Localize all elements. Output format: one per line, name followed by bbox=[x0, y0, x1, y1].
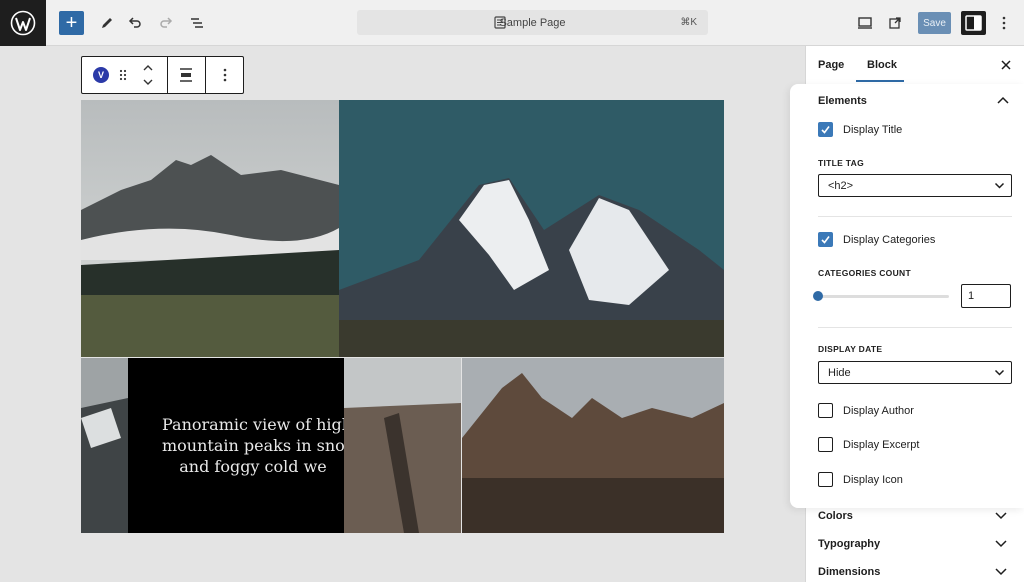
peak-left-image bbox=[81, 358, 128, 533]
chevron-down-icon[interactable] bbox=[995, 568, 1007, 576]
display-icon-label: Display Icon bbox=[843, 474, 903, 486]
view-page-button[interactable] bbox=[884, 11, 906, 35]
post-image-peak-left[interactable] bbox=[81, 358, 128, 533]
snow-peaks-image bbox=[339, 100, 724, 357]
divider bbox=[818, 327, 1012, 328]
redo-icon bbox=[160, 17, 173, 28]
drag-handle-icon[interactable] bbox=[119, 69, 127, 81]
toolbar-divider bbox=[205, 57, 206, 93]
add-block-button[interactable]: + bbox=[59, 11, 84, 35]
plus-icon: + bbox=[65, 12, 78, 34]
display-excerpt-checkbox[interactable] bbox=[818, 437, 833, 452]
settings-toggle-button[interactable] bbox=[961, 11, 986, 35]
options-menu-button[interactable] bbox=[996, 11, 1012, 35]
toolbar-divider bbox=[167, 57, 168, 93]
slider-thumb[interactable] bbox=[813, 291, 823, 301]
title-tag-value: <h2> bbox=[828, 180, 854, 192]
panel-colors[interactable]: Colors bbox=[818, 510, 853, 522]
display-date-select[interactable]: Hide bbox=[818, 361, 1012, 384]
chevron-down-icon[interactable] bbox=[995, 540, 1007, 548]
post-image-mountain-fog[interactable] bbox=[81, 100, 339, 357]
elements-panel-title[interactable]: Elements bbox=[818, 95, 867, 107]
display-icon-checkbox[interactable] bbox=[818, 472, 833, 487]
chevron-up-icon[interactable] bbox=[997, 96, 1009, 104]
display-title-label: Display Title bbox=[843, 124, 903, 136]
close-icon[interactable] bbox=[1001, 60, 1011, 70]
desktop-icon bbox=[858, 17, 872, 29]
more-vertical-icon[interactable] bbox=[223, 68, 227, 82]
document-title: Sample Page bbox=[499, 17, 566, 29]
command-shortcut: ⌘K bbox=[680, 17, 697, 28]
tab-page[interactable]: Page bbox=[818, 59, 844, 71]
title-tag-label: TITLE TAG bbox=[818, 158, 864, 168]
categories-count-input[interactable]: 1 bbox=[961, 284, 1011, 308]
external-link-icon bbox=[889, 17, 901, 29]
panel-dimensions[interactable]: Dimensions bbox=[818, 566, 880, 578]
document-overview-button[interactable] bbox=[186, 11, 208, 35]
wordpress-logo-button[interactable] bbox=[0, 0, 46, 46]
divider bbox=[818, 216, 1012, 217]
block-type-icon[interactable]: V bbox=[93, 67, 109, 83]
panel-typography[interactable]: Typography bbox=[818, 538, 880, 550]
rock-towers-image bbox=[462, 358, 724, 533]
title-tag-select[interactable]: <h2> bbox=[818, 174, 1012, 197]
editor-top-bar: + Sample Page ⌘K Save bbox=[0, 0, 1024, 46]
caption-line: mountain peaks in snow bbox=[162, 436, 344, 455]
caption-line: and foggy cold we bbox=[179, 457, 327, 476]
display-excerpt-label: Display Excerpt bbox=[843, 439, 920, 451]
chevron-down-icon bbox=[994, 369, 1005, 376]
list-view-icon bbox=[191, 18, 203, 28]
post-image-snow-peaks[interactable] bbox=[339, 100, 724, 357]
checkmark-icon bbox=[821, 126, 830, 134]
undo-button[interactable] bbox=[124, 11, 146, 35]
display-title-checkbox[interactable] bbox=[818, 122, 833, 137]
elements-panel: Elements Display Title TITLE TAG <h2> Di… bbox=[790, 84, 1024, 508]
mountain-fog-image bbox=[81, 100, 339, 357]
post-caption-card[interactable]: Panoramic view of high mountain peaks in… bbox=[128, 358, 344, 533]
preview-button[interactable] bbox=[854, 11, 876, 35]
display-date-label: DISPLAY DATE bbox=[818, 344, 883, 354]
canyon-image bbox=[344, 358, 461, 533]
tools-button[interactable] bbox=[96, 11, 118, 35]
caption-line: Panoramic view of high bbox=[162, 415, 344, 434]
block-toolbar: V bbox=[81, 56, 244, 94]
save-button[interactable]: Save bbox=[918, 12, 951, 34]
post-image-canyon[interactable] bbox=[344, 358, 461, 533]
display-author-checkbox[interactable] bbox=[818, 403, 833, 418]
active-tab-indicator bbox=[856, 80, 904, 82]
more-vertical-icon bbox=[1002, 16, 1006, 30]
display-author-label: Display Author bbox=[843, 405, 914, 417]
document-bar[interactable]: Sample Page ⌘K bbox=[357, 10, 708, 35]
sidebar-icon bbox=[965, 15, 982, 31]
categories-count-slider[interactable] bbox=[818, 295, 949, 298]
display-categories-checkbox[interactable] bbox=[818, 232, 833, 247]
wordpress-icon bbox=[10, 10, 36, 36]
move-up-down-icon[interactable] bbox=[142, 64, 154, 86]
categories-count-label: CATEGORIES COUNT bbox=[818, 268, 911, 278]
checkmark-icon bbox=[821, 236, 830, 244]
display-date-value: Hide bbox=[828, 367, 851, 379]
chevron-down-icon bbox=[994, 182, 1005, 189]
categories-count-value: 1 bbox=[968, 290, 975, 302]
align-icon[interactable] bbox=[179, 68, 193, 82]
display-categories-label: Display Categories bbox=[843, 234, 936, 246]
post-image-rock-towers[interactable] bbox=[462, 358, 724, 533]
tab-block[interactable]: Block bbox=[867, 59, 897, 71]
redo-button[interactable] bbox=[155, 11, 177, 35]
undo-icon bbox=[128, 17, 141, 28]
pencil-icon bbox=[102, 18, 112, 28]
chevron-down-icon[interactable] bbox=[995, 512, 1007, 520]
